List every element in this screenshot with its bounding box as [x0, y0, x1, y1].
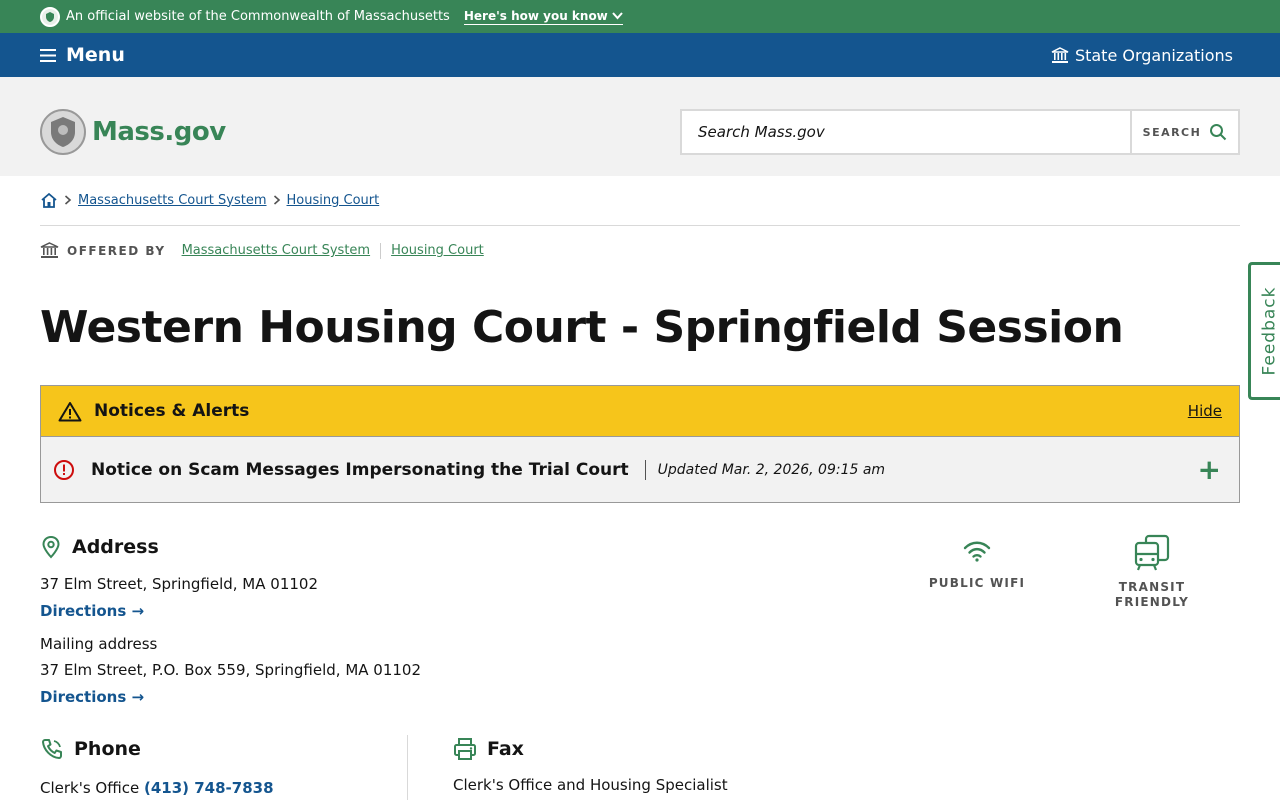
alert-title: Notice on Scam Messages Impersonating th… [91, 459, 646, 480]
chevron-right-icon [64, 195, 72, 205]
feedback-label: Feedback [1259, 286, 1280, 376]
warning-icon [58, 401, 82, 421]
alert-circle-icon [54, 459, 74, 480]
chevron-down-icon [612, 11, 623, 19]
building-icon [40, 242, 59, 258]
alerts-header: Notices & Alerts Hide [41, 386, 1239, 437]
search-icon [1210, 124, 1227, 141]
search-input[interactable] [682, 111, 1130, 153]
address-heading: Address [40, 535, 159, 559]
hide-alerts-button[interactable]: Hide [1188, 402, 1222, 420]
state-organizations-label: State Organizations [1074, 45, 1233, 65]
amenity-wifi-label: PUBLIC WIFI [928, 576, 1026, 590]
amenity-transit-friendly: TRANSIT FRIENDLY [1102, 534, 1202, 610]
chevron-right-icon [273, 195, 280, 205]
phone-label: Clerk's Office [40, 779, 140, 797]
fax-printer-icon [454, 738, 476, 760]
offered-by-label: OFFERED BY [67, 243, 166, 258]
phone-icon [42, 739, 62, 759]
menu-label: Menu [66, 44, 125, 66]
logo-text: Mass.gov [92, 117, 226, 147]
offered-by: OFFERED BY Massachusetts Court System Ho… [40, 242, 484, 259]
directions-link[interactable]: Directions → [40, 688, 144, 706]
phone-heading-text: Phone [74, 738, 141, 760]
shield-icon [40, 6, 60, 27]
address-heading-text: Address [72, 536, 159, 558]
mailing-address: 37 Elm Street, P.O. Box 559, Springfield… [40, 661, 422, 679]
fax-heading-text: Fax [487, 738, 524, 760]
mailing-address-label: Mailing address [40, 635, 158, 653]
divider [407, 735, 408, 800]
phone-number-link[interactable]: (413) 748-7838 [144, 779, 274, 797]
wifi-icon [963, 541, 991, 562]
commonwealth-seal-icon [40, 109, 86, 155]
state-organizations-button[interactable]: State Organizations [1051, 46, 1233, 65]
heres-how-you-know-label: Here's how you know [463, 8, 608, 23]
page-title: Western Housing Court - Springfield Sess… [40, 302, 1124, 353]
official-banner: An official website of the Commonwealth … [0, 0, 1280, 33]
phone-heading: Phone [40, 737, 141, 761]
alert-updated: Updated Mar. 2, 2026, 09:15 am [657, 461, 886, 478]
offered-by-link-court-system[interactable]: Massachusetts Court System [182, 243, 371, 258]
massgov-logo-link[interactable]: Mass.gov [40, 109, 226, 155]
amenity-transit-label-1: TRANSIT [1118, 580, 1186, 594]
offered-by-link-housing-court[interactable]: Housing Court [391, 243, 484, 258]
address-street: 37 Elm Street, Springfield, MA 01102 [40, 575, 318, 593]
bus-train-icon [1134, 534, 1170, 571]
hamburger-icon [40, 48, 56, 62]
alerts-heading: Notices & Alerts [94, 401, 250, 421]
building-icon [1051, 46, 1069, 63]
feedback-tab[interactable]: Feedback [1248, 262, 1280, 400]
search-form: SEARCH [680, 109, 1240, 155]
notices-alerts: Notices & Alerts Hide Notice on Scam Mes… [40, 385, 1240, 503]
breadcrumb-link-housing-court[interactable]: Housing Court [287, 193, 380, 208]
fax-label: Clerk's Office and Housing Specialist [453, 776, 728, 794]
divider [40, 225, 1240, 226]
heres-how-you-know-button[interactable]: Here's how you know [463, 8, 623, 25]
main-nav: Menu State Organizations [0, 33, 1280, 77]
amenity-public-wifi: PUBLIC WIFI [927, 540, 1027, 591]
alert-item[interactable]: Notice on Scam Messages Impersonating th… [41, 437, 1239, 502]
home-icon[interactable] [40, 192, 58, 208]
search-button[interactable]: SEARCH [1130, 111, 1238, 153]
amenity-transit-label-2: FRIENDLY [1114, 595, 1190, 609]
expand-plus-icon[interactable]: + [1198, 453, 1221, 486]
fax-heading: Fax [453, 737, 524, 761]
official-banner-text: An official website of the Commonwealth … [66, 9, 450, 24]
phone-entry: Clerk's Office (413) 748-7838 [40, 779, 274, 797]
map-pin-icon [42, 535, 60, 559]
menu-button[interactable]: Menu [40, 44, 125, 66]
site-header: Mass.gov SEARCH [0, 77, 1280, 176]
breadcrumb-link-court-system[interactable]: Massachusetts Court System [78, 193, 267, 208]
directions-link[interactable]: Directions → [40, 602, 144, 620]
breadcrumb: Massachusetts Court System Housing Court [40, 192, 379, 208]
search-button-label: SEARCH [1142, 125, 1202, 139]
divider [380, 242, 382, 259]
